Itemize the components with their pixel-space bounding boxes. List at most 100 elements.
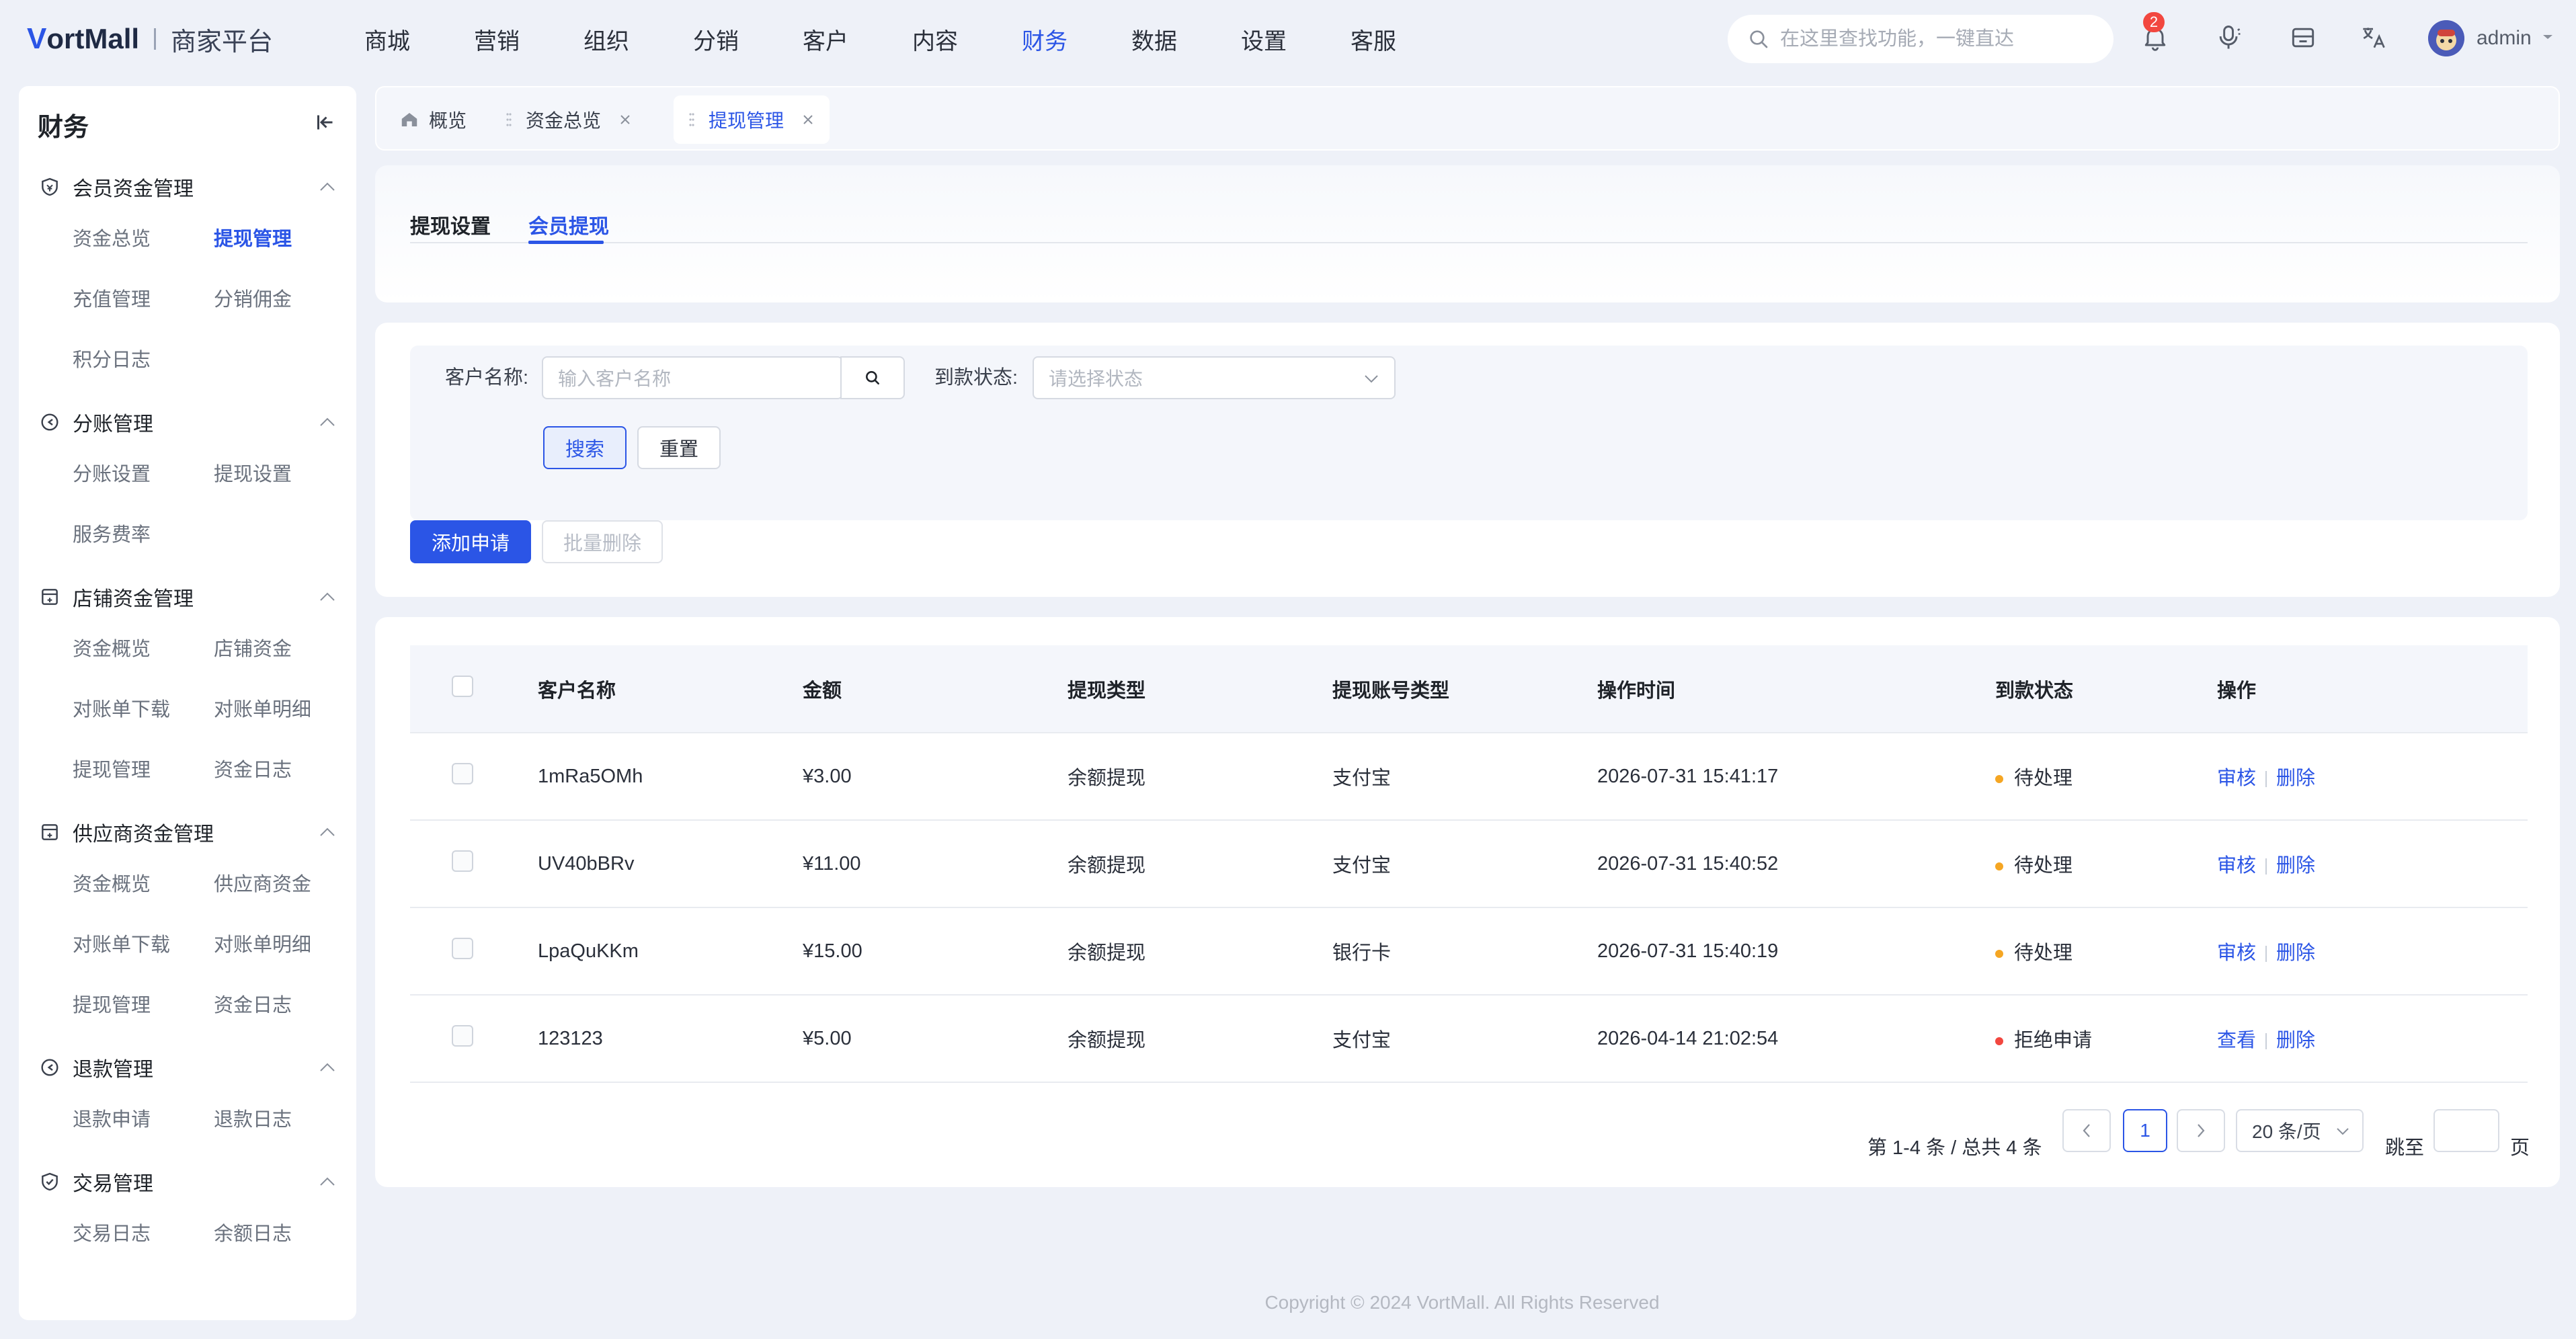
select-all-checkbox[interactable] bbox=[452, 675, 473, 697]
sidebar-item-supplier-funds-overview[interactable]: 资金概览 bbox=[73, 852, 214, 913]
drag-handle-icon[interactable] bbox=[688, 111, 695, 128]
view-link[interactable]: 查看 bbox=[2217, 1030, 2256, 1051]
menu-group-header[interactable]: 分账管理 bbox=[19, 402, 356, 442]
sidebar-item-statement-download[interactable]: 对账单下载 bbox=[73, 678, 214, 738]
sidebar-item-withdrawal-settings[interactable]: 提现设置 bbox=[214, 442, 355, 503]
chevron-up-icon bbox=[320, 827, 335, 836]
row-checkbox[interactable] bbox=[452, 850, 473, 872]
search-button[interactable]: 搜索 bbox=[543, 426, 627, 469]
tab-overview[interactable]: 概览 bbox=[385, 95, 481, 144]
cell-status: 拒绝申请 bbox=[1995, 995, 2217, 1083]
caret-down-icon[interactable] bbox=[2541, 32, 2554, 42]
row-checkbox[interactable] bbox=[452, 1025, 473, 1047]
jump-to-input[interactable] bbox=[2433, 1109, 2499, 1152]
status-select[interactable]: 请选择状态 bbox=[1033, 356, 1396, 399]
prev-page-button[interactable] bbox=[2062, 1109, 2111, 1152]
global-search-input[interactable] bbox=[1780, 28, 2103, 50]
review-link[interactable]: 审核 bbox=[2217, 855, 2256, 877]
page-size-select[interactable]: 20 条/页 bbox=[2236, 1109, 2364, 1152]
sidebar-item-supplier-statement-download[interactable]: 对账单下载 bbox=[73, 913, 214, 973]
tab-withdrawal-management[interactable]: 提现管理 bbox=[674, 95, 830, 144]
nav-customer[interactable]: 客户 bbox=[803, 23, 848, 56]
sidebar-item-store-withdrawal[interactable]: 提现管理 bbox=[73, 738, 214, 799]
nav-distribution[interactable]: 分销 bbox=[693, 23, 739, 56]
page-number-current[interactable]: 1 bbox=[2123, 1109, 2167, 1152]
menu-group-header[interactable]: 交易管理 bbox=[19, 1162, 356, 1202]
sidebar-item-store-funds-overview[interactable]: 资金概览 bbox=[73, 617, 214, 678]
sidebar-item-supplier-funds[interactable]: 供应商资金 bbox=[214, 852, 355, 913]
nav-data[interactable]: 数据 bbox=[1131, 23, 1177, 56]
menu-group-header[interactable]: 店铺资金管理 bbox=[19, 577, 356, 617]
cell-actions: 审核 删除 bbox=[2217, 733, 2528, 821]
customer-search-button[interactable] bbox=[840, 356, 905, 399]
sidebar-item-refund-request[interactable]: 退款申请 bbox=[73, 1088, 214, 1148]
delete-link[interactable]: 删除 bbox=[2276, 942, 2315, 964]
nav-mall[interactable]: 商城 bbox=[364, 23, 410, 56]
close-icon[interactable] bbox=[618, 113, 632, 126]
status-text: 拒绝申请 bbox=[2014, 1030, 2093, 1051]
sidebar-item-supplier-statement-details[interactable]: 对账单明细 bbox=[214, 913, 355, 973]
sidebar-item-transaction-log[interactable]: 交易日志 bbox=[73, 1202, 214, 1262]
tab-label: 资金总览 bbox=[526, 110, 602, 131]
cell-withdrawal-type: 余额提现 bbox=[1068, 733, 1332, 821]
microphone-icon[interactable] bbox=[2214, 23, 2244, 52]
nav-organization[interactable]: 组织 bbox=[583, 23, 629, 56]
batch-delete-button[interactable]: 批量删除 bbox=[542, 520, 663, 563]
sidebar-item-funds-overview[interactable]: 资金总览 bbox=[73, 207, 214, 268]
sidebar-item-store-funds-log[interactable]: 资金日志 bbox=[214, 738, 355, 799]
sidebar-item-service-rate[interactable]: 服务费率 bbox=[73, 503, 214, 563]
sidebar-item-refund-log[interactable]: 退款日志 bbox=[214, 1088, 355, 1148]
cell-account-type: 支付宝 bbox=[1332, 820, 1597, 908]
user-avatar[interactable] bbox=[2428, 20, 2464, 56]
home-icon bbox=[401, 113, 417, 126]
menu-group-header[interactable]: 会员资金管理 bbox=[19, 167, 356, 207]
collapse-sidebar-icon[interactable] bbox=[313, 110, 337, 134]
store-icon[interactable] bbox=[2288, 23, 2318, 52]
nav-content[interactable]: 内容 bbox=[912, 23, 958, 56]
review-link[interactable]: 审核 bbox=[2217, 768, 2256, 789]
cell-status: 待处理 bbox=[1995, 733, 2217, 821]
drag-handle-icon[interactable] bbox=[506, 111, 512, 128]
menu-group-header[interactable]: 供应商资金管理 bbox=[19, 812, 356, 852]
logo-mark: V bbox=[27, 22, 47, 55]
user-name[interactable]: admin bbox=[2477, 27, 2532, 50]
sidebar-item-store-funds[interactable]: 店铺资金 bbox=[214, 617, 355, 678]
customer-name-placeholder: 输入客户名称 bbox=[558, 368, 672, 389]
column-withdrawal-type: 提现类型 bbox=[1068, 645, 1332, 733]
sidebar-item-statement-details[interactable]: 对账单明细 bbox=[214, 678, 355, 738]
add-request-button[interactable]: 添加申请 bbox=[410, 520, 531, 563]
customer-name-input[interactable]: 输入客户名称 bbox=[542, 356, 843, 399]
sidebar-item-points-log[interactable]: 积分日志 bbox=[73, 328, 214, 389]
menu-group-header[interactable]: 退款管理 bbox=[19, 1047, 356, 1088]
nav-marketing[interactable]: 营销 bbox=[474, 23, 520, 56]
sidebar-item-split-settings[interactable]: 分账设置 bbox=[73, 442, 214, 503]
sidebar-item-supplier-withdrawal[interactable]: 提现管理 bbox=[73, 973, 214, 1034]
brand-logo[interactable]: V ortMall 商家平台 bbox=[27, 20, 273, 58]
nav-service[interactable]: 客服 bbox=[1351, 23, 1396, 56]
sidebar-item-distribution-commission[interactable]: 分销佣金 bbox=[214, 268, 355, 328]
reset-button[interactable]: 重置 bbox=[637, 426, 721, 469]
nav-finance[interactable]: 财务 bbox=[1022, 23, 1068, 56]
status-text: 待处理 bbox=[2014, 855, 2073, 877]
delete-link[interactable]: 删除 bbox=[2276, 1030, 2315, 1051]
subtab-withdrawal-settings[interactable]: 提现设置 bbox=[410, 210, 491, 239]
tab-funds-overview[interactable]: 资金总览 bbox=[491, 95, 647, 144]
page-tabs-bar: 概览 资金总览 提现管理 bbox=[375, 86, 2560, 151]
nav-settings[interactable]: 设置 bbox=[1241, 23, 1287, 56]
review-link[interactable]: 审核 bbox=[2217, 942, 2256, 964]
delete-link[interactable]: 删除 bbox=[2276, 768, 2315, 789]
row-checkbox[interactable] bbox=[452, 938, 473, 959]
menu-group-label: 分账管理 bbox=[73, 413, 153, 436]
jump-to-label: 跳至 bbox=[2385, 1137, 2425, 1159]
next-page-button[interactable] bbox=[2177, 1109, 2225, 1152]
subtab-member-withdrawal[interactable]: 会员提现 bbox=[528, 210, 609, 239]
sidebar-item-supplier-funds-log[interactable]: 资金日志 bbox=[214, 973, 355, 1034]
close-icon[interactable] bbox=[801, 113, 815, 126]
sidebar-item-withdrawal-management[interactable]: 提现管理 bbox=[214, 207, 355, 268]
row-checkbox[interactable] bbox=[452, 763, 473, 784]
sidebar-item-recharge-management[interactable]: 充值管理 bbox=[73, 268, 214, 328]
translate-icon[interactable] bbox=[2358, 23, 2388, 52]
action-divider bbox=[2265, 1033, 2267, 1050]
delete-link[interactable]: 删除 bbox=[2276, 855, 2315, 877]
sidebar-item-balance-log[interactable]: 余额日志 bbox=[214, 1202, 355, 1262]
